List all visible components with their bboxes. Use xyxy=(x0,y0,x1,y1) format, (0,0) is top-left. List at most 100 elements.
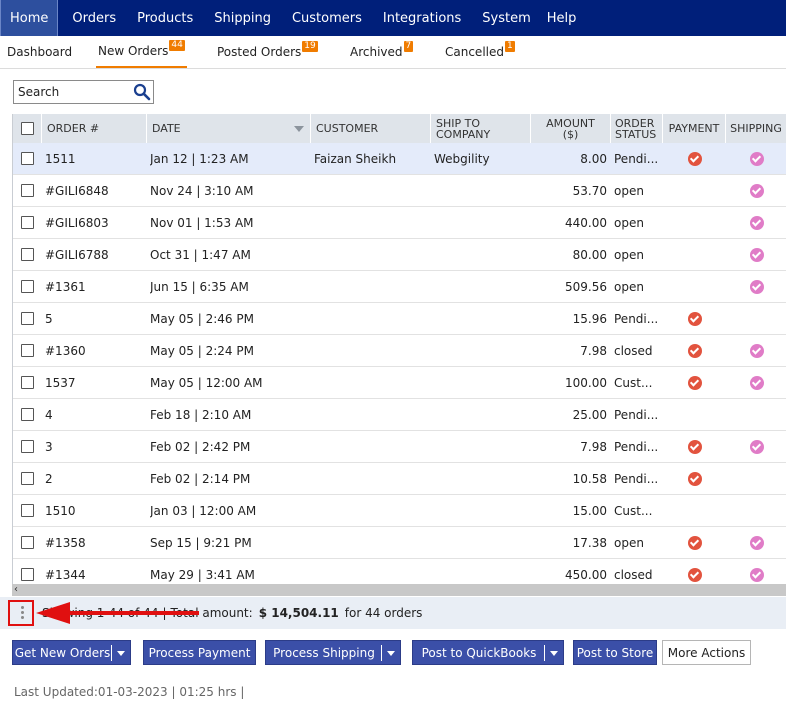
search-icon[interactable] xyxy=(133,83,151,101)
table-row[interactable]: #1358 Sep 15 | 9:21 PM 17.38 open xyxy=(13,527,786,559)
row-checkbox[interactable] xyxy=(21,472,34,485)
payment-status-icon[interactable] xyxy=(687,567,702,582)
caret-down-icon[interactable] xyxy=(117,651,125,656)
customer-name xyxy=(314,239,429,270)
table-row[interactable]: 1511 Jan 12 | 1:23 AM Faizan Sheikh Webgili… xyxy=(13,143,786,175)
payment-status-icon[interactable] xyxy=(687,311,702,326)
select-all-checkbox[interactable] xyxy=(20,122,34,135)
tab-dashboard[interactable]: Dashboard xyxy=(7,36,72,68)
nav-home[interactable]: Home xyxy=(0,0,59,36)
col-payment[interactable]: PAYMENT xyxy=(663,114,726,143)
order-amount: 7.98 xyxy=(580,439,607,454)
shipping-cell xyxy=(726,207,786,238)
shipping-status-icon[interactable] xyxy=(749,535,764,550)
col-amount-unit: ($) xyxy=(562,127,579,141)
row-checkbox[interactable] xyxy=(21,184,34,197)
nav-products[interactable]: Products xyxy=(126,0,203,36)
shipping-status-icon[interactable] xyxy=(749,439,764,454)
nav-system[interactable]: System xyxy=(471,0,540,36)
payment-cell xyxy=(663,271,726,302)
shipping-status-icon[interactable] xyxy=(749,343,764,358)
post-to-quickbooks-button[interactable]: Post to QuickBooks xyxy=(412,640,564,665)
table-row[interactable]: #1360 May 05 | 2:24 PM 7.98 closed xyxy=(13,335,786,367)
horizontal-scrollbar[interactable]: ‹ xyxy=(12,584,786,596)
col-customer[interactable]: CUSTOMER xyxy=(311,114,431,143)
post-to-store-button[interactable]: Post to Store xyxy=(573,640,657,665)
shipping-status-icon[interactable] xyxy=(749,567,764,582)
payment-status-icon[interactable] xyxy=(687,151,702,166)
col-order-status[interactable]: ORDER STATUS xyxy=(611,114,663,143)
row-checkbox[interactable] xyxy=(21,344,34,357)
col-ship-to-company[interactable]: SHIP TO COMPANY xyxy=(431,114,531,143)
shipping-status-icon[interactable] xyxy=(749,375,764,390)
row-checkbox[interactable] xyxy=(21,408,34,421)
table-row[interactable]: #1361 Jun 15 | 6:35 AM 509.56 open xyxy=(13,271,786,303)
row-checkbox[interactable] xyxy=(21,440,34,453)
table-row[interactable]: 1510 Jan 03 | 12:00 AM 15.00 Cust... xyxy=(13,495,786,527)
caret-down-icon[interactable] xyxy=(550,651,558,656)
row-checkbox[interactable] xyxy=(21,248,34,261)
column-options-handle[interactable] xyxy=(8,600,34,626)
table-row[interactable]: #1344 May 29 | 3:41 AM 450.00 closed xyxy=(13,559,786,584)
nav-help[interactable]: Help xyxy=(541,0,587,36)
payment-status-icon[interactable] xyxy=(687,343,702,358)
get-new-orders-button[interactable]: Get New Orders xyxy=(12,640,131,665)
action-bar: Get New Orders Process Payment Process S… xyxy=(0,640,786,666)
row-checkbox[interactable] xyxy=(21,152,34,165)
tab-archived[interactable]: Archived 7 xyxy=(350,36,414,68)
table-row[interactable]: 3 Feb 02 | 2:42 PM 7.98 Pendi... xyxy=(13,431,786,463)
table-row[interactable]: 5 May 05 | 2:46 PM 15.96 Pendi... xyxy=(13,303,786,335)
table-row[interactable]: 1537 May 05 | 12:00 AM 100.00 Cust... xyxy=(13,367,786,399)
col-order[interactable]: ORDER # xyxy=(42,114,147,143)
shipping-status-icon[interactable] xyxy=(749,247,764,262)
search-input[interactable] xyxy=(14,81,126,103)
table-row[interactable]: #GILI6788 Oct 31 | 1:47 AM 80.00 open xyxy=(13,239,786,271)
col-shipping[interactable]: SHIPPING xyxy=(726,114,786,143)
row-checkbox[interactable] xyxy=(21,504,34,517)
shipping-status-icon[interactable] xyxy=(749,215,764,230)
button-label: Post to Store xyxy=(576,645,654,660)
shipping-cell xyxy=(726,303,786,334)
order-date: May 05 | 12:00 AM xyxy=(150,375,263,390)
nav-customers[interactable]: Customers xyxy=(281,0,372,36)
order-count-text: for 44 orders xyxy=(344,606,423,620)
shipping-status-icon[interactable] xyxy=(749,279,764,294)
order-date: Oct 31 | 1:47 AM xyxy=(150,247,251,262)
row-checkbox[interactable] xyxy=(21,312,34,325)
row-checkbox[interactable] xyxy=(21,216,34,229)
row-checkbox[interactable] xyxy=(21,376,34,389)
payment-status-icon[interactable] xyxy=(687,535,702,550)
process-payment-button[interactable]: Process Payment xyxy=(143,640,256,665)
row-checkbox[interactable] xyxy=(21,280,34,293)
payment-status-icon[interactable] xyxy=(687,375,702,390)
shipping-status-icon[interactable] xyxy=(749,183,764,198)
row-checkbox[interactable] xyxy=(21,568,34,581)
row-checkbox[interactable] xyxy=(21,536,34,549)
table-row[interactable]: #GILI6803 Nov 01 | 1:53 AM 440.00 open xyxy=(13,207,786,239)
caret-down-icon[interactable] xyxy=(387,651,395,656)
scroll-left-icon[interactable]: ‹ xyxy=(14,584,18,596)
tab-new-orders[interactable]: New Orders 44 xyxy=(96,36,187,68)
tab-posted-orders[interactable]: Posted Orders 19 xyxy=(217,36,318,68)
payment-cell xyxy=(663,143,726,174)
nav-integrations[interactable]: Integrations xyxy=(372,0,471,36)
payment-status-icon[interactable] xyxy=(687,471,702,486)
col-amount[interactable]: AMOUNT ($) xyxy=(531,114,611,143)
ship-to-company xyxy=(434,527,529,558)
row-select-cell xyxy=(13,431,42,462)
table-row[interactable]: 4 Feb 18 | 2:10 AM 25.00 Pendi... xyxy=(13,399,786,431)
table-row[interactable]: 2 Feb 02 | 2:14 PM 10.58 Pendi... xyxy=(13,463,786,495)
payment-status-icon[interactable] xyxy=(687,439,702,454)
more-actions-button[interactable]: More Actions xyxy=(662,640,751,665)
payment-cell xyxy=(663,431,726,462)
tab-cancelled[interactable]: Cancelled 1 xyxy=(445,36,515,68)
nav-orders[interactable]: Orders xyxy=(62,0,126,36)
shipping-status-icon[interactable] xyxy=(749,151,764,166)
col-date[interactable]: DATE xyxy=(147,114,311,143)
table-row[interactable]: #GILI6848 Nov 24 | 3:10 AM 53.70 open xyxy=(13,175,786,207)
order-number: 5 xyxy=(45,311,53,326)
customer-name xyxy=(314,495,429,526)
nav-shipping[interactable]: Shipping xyxy=(203,0,281,36)
sort-desc-icon[interactable] xyxy=(294,126,304,132)
process-shipping-button[interactable]: Process Shipping xyxy=(265,640,401,665)
